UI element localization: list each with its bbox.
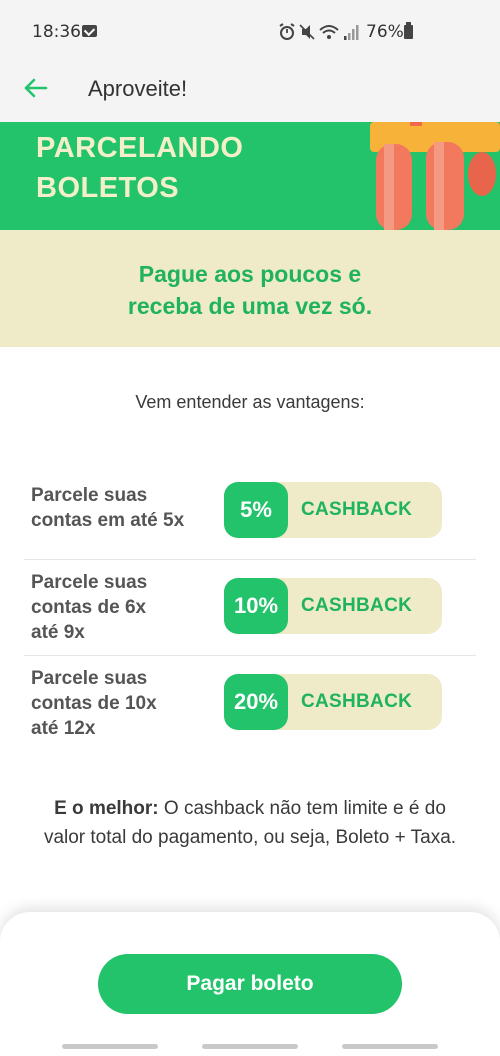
cashback-percent: 5% [224, 482, 288, 538]
hero-banner: PARCELANDO BOLETOS [0, 122, 500, 230]
cashback-badge: 5% CASHBACK [224, 482, 442, 538]
benefit-line: contas de 6x [31, 597, 147, 618]
benefit-description: Parcele suas contas de 10x até 12x [31, 666, 157, 741]
cashback-note: E o melhor: O cashback não tem limite e … [40, 794, 460, 852]
nav-indicator [202, 1044, 298, 1049]
benefit-row: Parcele suas contas de 6x até 9x 10% CAS… [24, 560, 476, 656]
benefits-list: Parcele suas contas em até 5x 5% CASHBAC… [24, 464, 476, 752]
hero-title-line: BOLETOS [36, 172, 180, 204]
benefit-line: Parcele suas [31, 572, 148, 593]
benefit-description: Parcele suas contas de 6x até 9x [31, 570, 147, 645]
tagline-line: Pague aos poucos e [138, 261, 362, 287]
signal-icon [344, 25, 359, 40]
benefit-line: Parcele suas [31, 485, 148, 506]
back-arrow-icon[interactable] [22, 74, 50, 102]
mute-icon [299, 24, 315, 40]
status-time: 18:36 [32, 22, 81, 42]
benefit-description: Parcele suas contas em até 5x [31, 483, 184, 533]
benefit-line: contas em até 5x [31, 510, 185, 531]
cashback-percent: 20% [224, 674, 288, 730]
nav-indicator [62, 1044, 158, 1049]
cashback-percent: 10% [224, 578, 288, 634]
app-bar: Aproveite! [0, 64, 500, 122]
note-emphasis: E o melhor: [54, 798, 159, 819]
hero-title-line: PARCELANDO [36, 132, 244, 164]
status-bar: 18:36 76% [0, 0, 500, 64]
battery-percent: 76% [366, 22, 404, 42]
pay-boleto-button[interactable]: Pagar boleto [98, 954, 402, 1014]
cashback-badge: 10% CASHBACK [224, 578, 442, 634]
benefit-line: contas de 10x [31, 693, 157, 714]
wifi-icon [319, 25, 339, 39]
cashback-label: CASHBACK [301, 499, 413, 520]
benefit-line: até 9x [31, 622, 85, 643]
alarm-icon [279, 23, 295, 40]
benefit-line: Parcele suas [31, 668, 148, 689]
mail-icon [82, 25, 97, 37]
intro-text: Vem entender as vantagens: [135, 392, 365, 412]
person-illustration-icon [370, 122, 500, 230]
status-icons-group [279, 23, 359, 40]
page-title: Aproveite! [88, 76, 188, 101]
benefit-line: até 12x [31, 718, 96, 739]
bottom-action-sheet: Pagar boleto [0, 912, 500, 1056]
cashback-label: CASHBACK [301, 691, 413, 712]
tagline: Pague aos poucos e receba de uma vez só. [0, 258, 500, 322]
system-nav-bar [0, 1044, 500, 1056]
cashback-badge: 20% CASHBACK [224, 674, 442, 730]
tagline-line: receba de uma vez só. [127, 293, 373, 319]
cashback-label: CASHBACK [301, 595, 413, 616]
benefit-row: Parcele suas contas em até 5x 5% CASHBAC… [24, 464, 476, 560]
tagline-band: Pague aos poucos e receba de uma vez só. [0, 230, 500, 347]
nav-indicator [342, 1044, 438, 1049]
hero-title: PARCELANDO BOLETOS [36, 128, 243, 208]
battery-icon [404, 22, 413, 39]
benefit-row: Parcele suas contas de 10x até 12x 20% C… [24, 656, 476, 752]
